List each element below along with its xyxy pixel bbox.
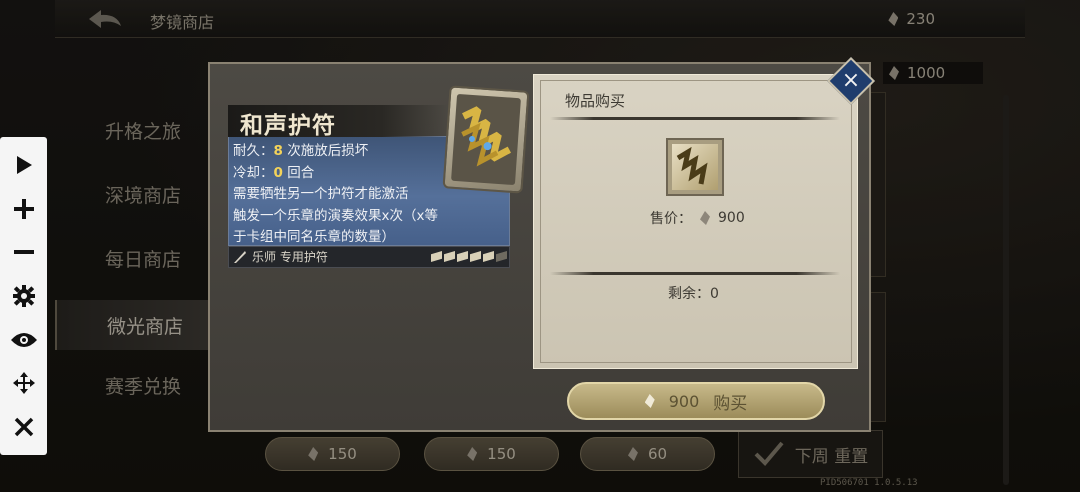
minus-icon[interactable]	[8, 236, 40, 268]
item-class: 乐师 专用护符	[232, 248, 328, 265]
buy-button[interactable]: 900 购买	[567, 382, 825, 420]
play-icon[interactable]	[8, 149, 40, 181]
currency-gem-icon	[644, 394, 655, 408]
item-description-line: 需要牺牲另一个护符才能激活	[233, 186, 409, 202]
rarity-pip	[457, 251, 468, 262]
floating-toolbar	[0, 137, 47, 455]
item-artwork-inner	[451, 93, 521, 186]
close-icon[interactable]	[8, 411, 40, 443]
rarity-pip	[470, 251, 481, 262]
cooldown-label: 冷却：	[233, 165, 274, 181]
durability-suffix: 次施放后损坏	[282, 143, 369, 159]
purchase-price: 售价： 900	[650, 208, 745, 228]
durability-label: 耐久：	[233, 143, 274, 159]
buy-price: 900	[668, 391, 700, 411]
price-value: 900	[718, 210, 745, 226]
remaining-stock: 剩余：0	[668, 283, 719, 303]
item-description-line: 触发一个乐章的演奏效果x次（x等	[233, 208, 438, 224]
quill-icon	[234, 250, 246, 263]
price-label: 售价：	[650, 211, 692, 227]
cooldown-suffix: 回合	[282, 165, 315, 181]
harmony-charm-icon	[461, 106, 511, 167]
cooldown-value: 0	[273, 165, 283, 181]
remaining-value: 0	[710, 286, 719, 302]
purchase-title: 物品购买	[565, 92, 626, 110]
rarity-pip	[431, 251, 442, 262]
rarity-pip	[444, 251, 455, 262]
durability-value: 8	[273, 143, 283, 159]
eye-icon[interactable]	[8, 324, 40, 356]
gear-icon[interactable]	[8, 280, 40, 312]
move-icon[interactable]	[8, 367, 40, 399]
item-description-line: 于卡组中同名乐章的数量）	[233, 229, 395, 245]
item-class-label: 乐师 专用护符	[252, 250, 328, 264]
item-cooldown: 冷却：0 回合	[233, 161, 314, 181]
rarity-pip	[483, 251, 494, 262]
close-icon[interactable]: ×	[838, 66, 864, 96]
harmony-charm-icon	[676, 146, 708, 185]
item-artwork	[442, 85, 530, 194]
currency-gem-icon	[700, 211, 710, 225]
divider	[550, 272, 840, 275]
rarity-pip	[496, 251, 507, 262]
item-name: 和声护符	[240, 112, 336, 139]
plus-icon[interactable]	[8, 193, 40, 225]
divider	[550, 117, 840, 120]
item-durability: 耐久：8 次施放后损坏	[233, 139, 368, 159]
remaining-label: 剩余：	[668, 286, 710, 302]
buy-label: 购买	[713, 393, 748, 414]
item-thumbnail	[672, 144, 718, 190]
item-rarity-pips	[431, 251, 507, 262]
